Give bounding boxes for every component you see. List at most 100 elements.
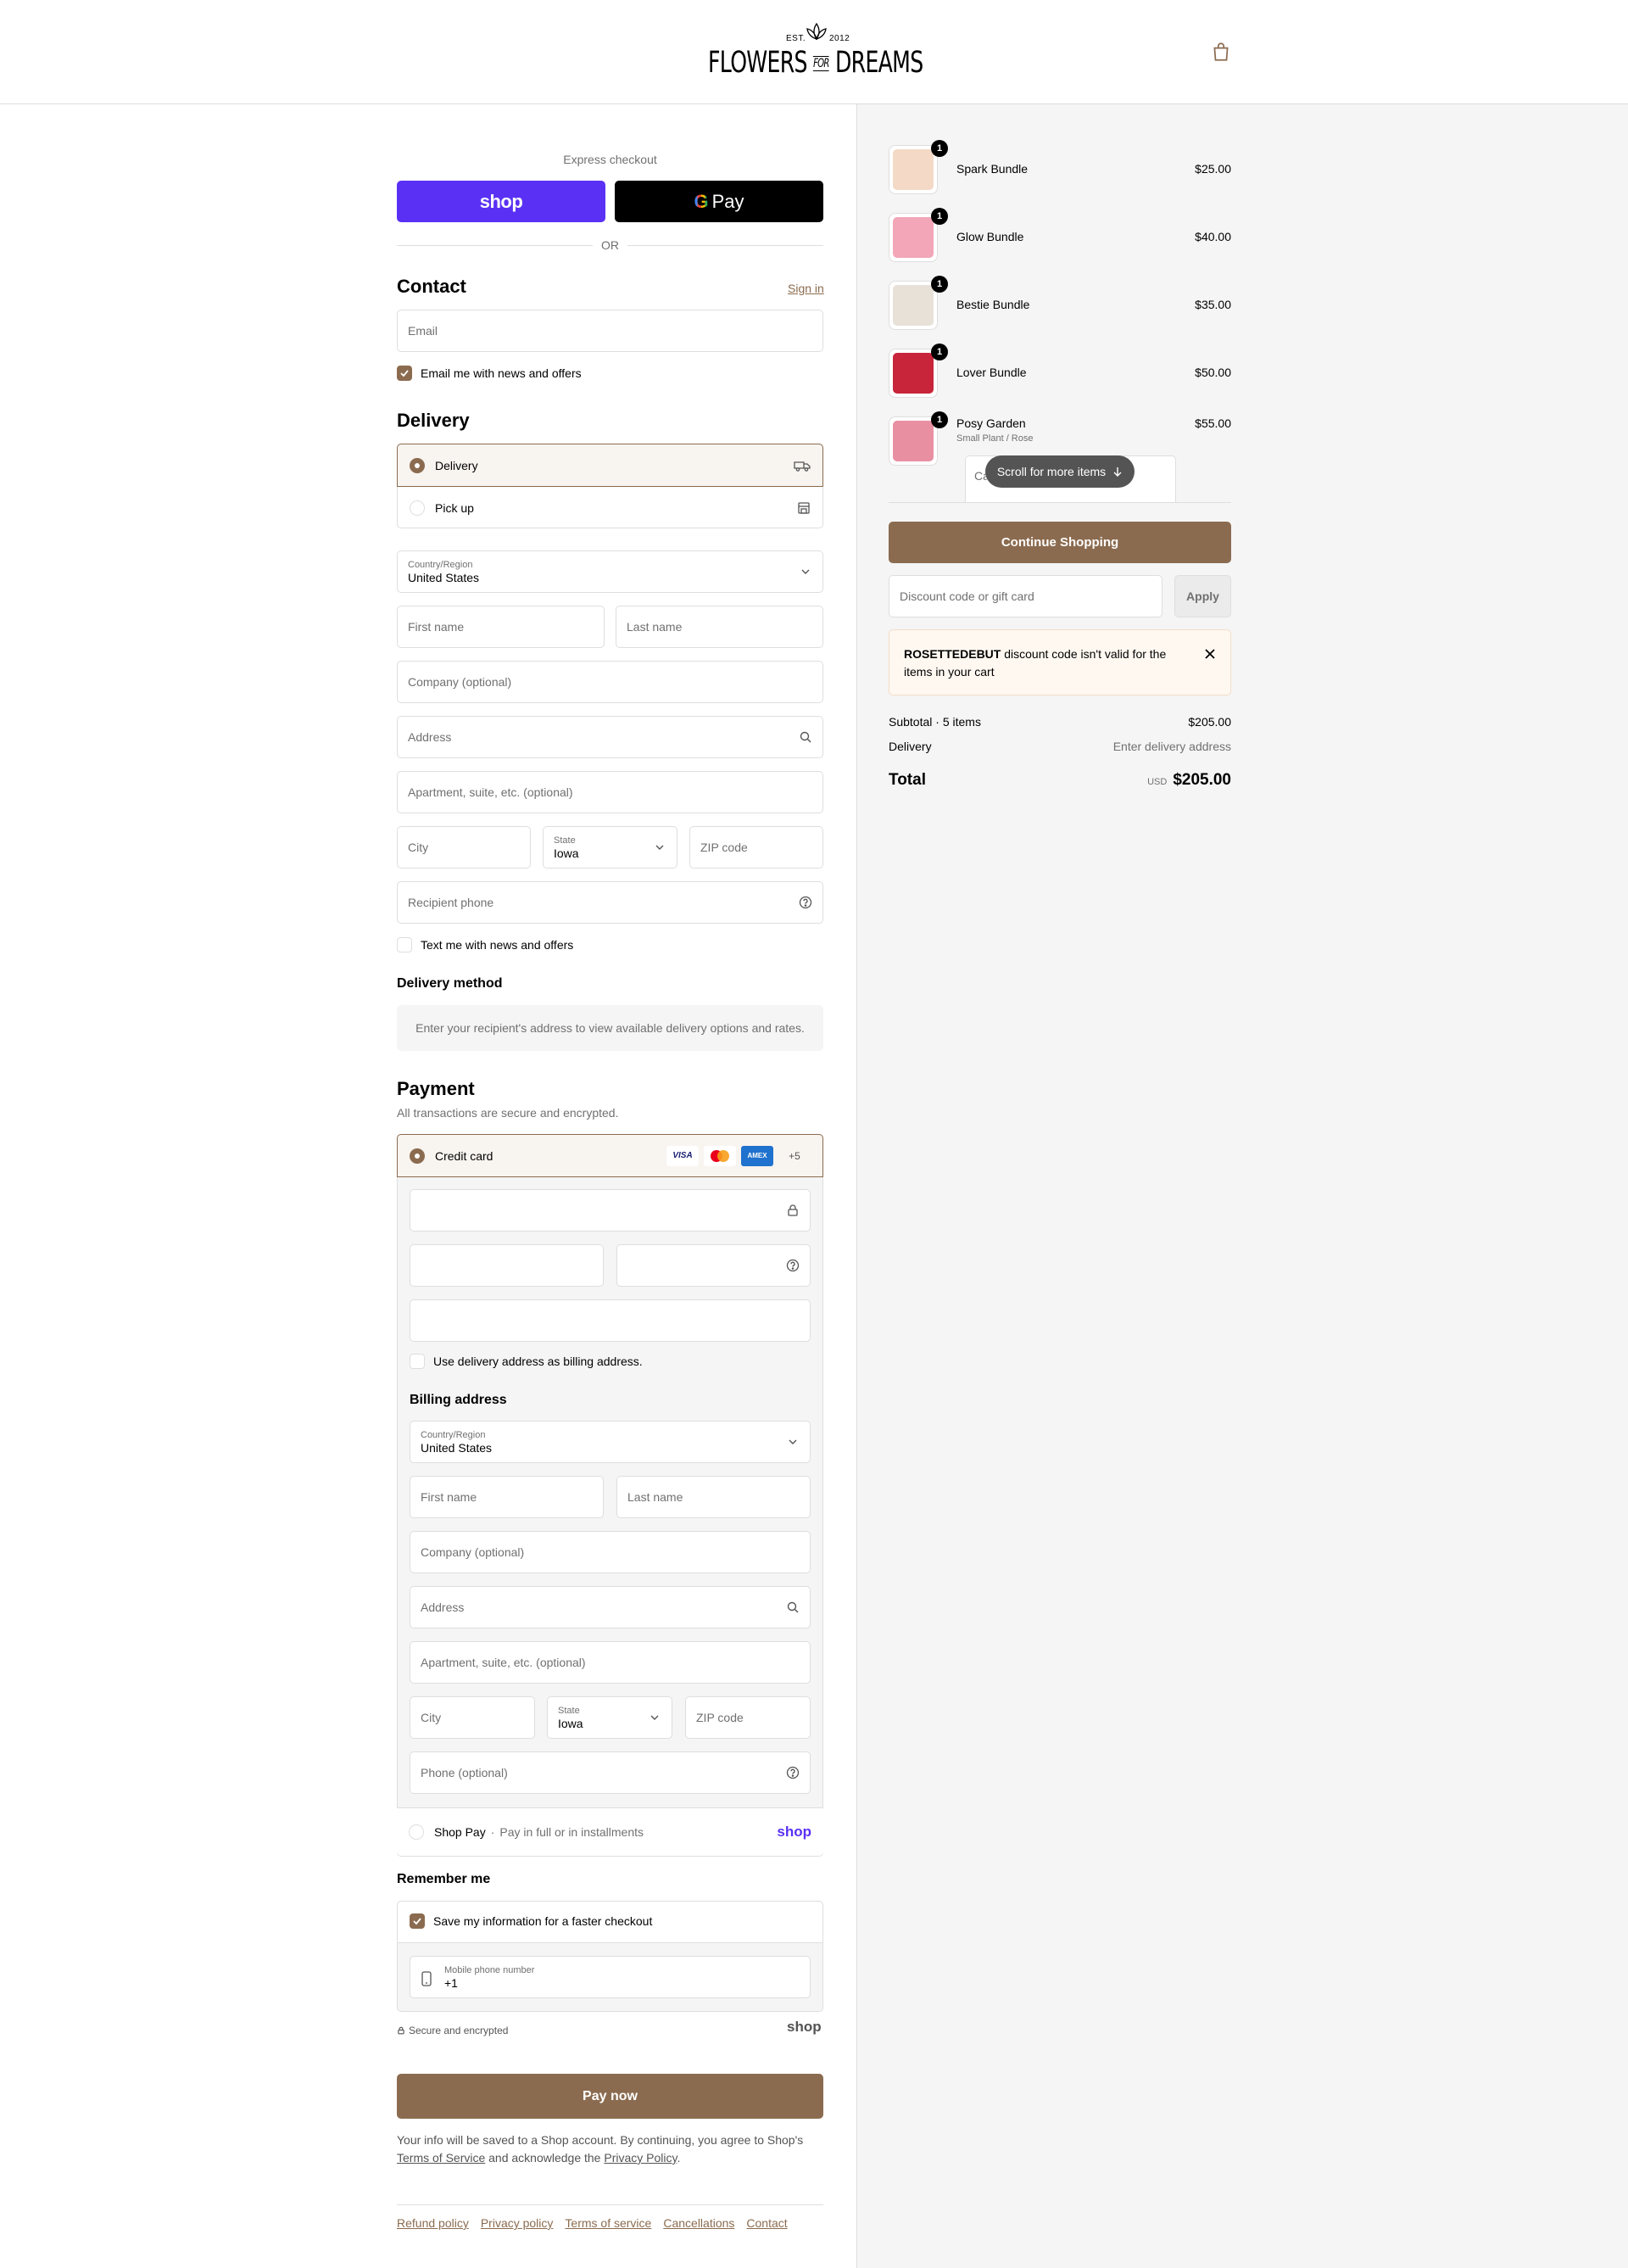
- expiration-date-field[interactable]: [410, 1244, 604, 1287]
- summary-divider: [889, 502, 1231, 503]
- zip-placeholder: ZIP code: [700, 841, 748, 854]
- logo-word-flowers: FLOWERS: [708, 46, 808, 80]
- billing-first-name-field[interactable]: First name: [410, 1476, 604, 1518]
- recipient-phone-field[interactable]: Recipient phone: [397, 881, 823, 924]
- lock-icon: [788, 1204, 798, 1216]
- scroll-more-label: Scroll for more items: [996, 465, 1107, 478]
- billing-city-field[interactable]: City: [410, 1696, 535, 1739]
- contact-link[interactable]: Contact: [746, 2216, 787, 2230]
- country-select[interactable]: Country/Region United States: [397, 550, 823, 593]
- zip-field[interactable]: ZIP code: [689, 826, 823, 869]
- terms-of-service-footer-link[interactable]: Terms of service: [565, 2216, 651, 2230]
- billing-company-field[interactable]: Company (optional): [410, 1531, 811, 1573]
- pay-now-button[interactable]: Pay now: [397, 2074, 823, 2119]
- mobile-phone-field[interactable]: Mobile phone number +1: [410, 1956, 811, 1998]
- scroll-more-pill[interactable]: Scroll for more items: [985, 455, 1135, 488]
- amex-label: AMEX: [747, 1152, 767, 1159]
- logo-est: EST.: [786, 34, 806, 43]
- mobile-phone-value: +1: [444, 1975, 458, 1990]
- remember-me-title: Remember me: [397, 1872, 491, 1886]
- mobile-phone-icon: [421, 1971, 432, 1986]
- google-pay-button[interactable]: G Pay: [615, 181, 823, 222]
- search-icon: [800, 731, 811, 743]
- legal-text-b: and acknowledge the: [488, 2151, 601, 2165]
- product-image: [893, 217, 934, 258]
- logo-word-for: FOR: [813, 56, 829, 71]
- card-number-field[interactable]: [410, 1189, 811, 1232]
- address-field[interactable]: Address: [397, 716, 823, 758]
- terms-of-service-link[interactable]: Terms of Service: [397, 2151, 485, 2165]
- product-thumbnail: [889, 213, 938, 262]
- discount-code-field[interactable]: Discount code or gift card: [889, 575, 1162, 617]
- billing-zip-placeholder: ZIP code: [696, 1711, 744, 1724]
- email-news-checkbox[interactable]: Email me with news and offers: [397, 366, 582, 381]
- quantity-badge: 1: [931, 208, 948, 225]
- subtotal-value: $205.00: [1188, 715, 1231, 729]
- billing-country-select[interactable]: Country/Region United States: [410, 1421, 811, 1463]
- billing-same-checkbox[interactable]: Use delivery address as billing address.: [410, 1354, 643, 1369]
- footer-divider: [397, 2204, 823, 2205]
- first-name-field[interactable]: First name: [397, 606, 605, 648]
- country-value: United States: [408, 570, 480, 584]
- billing-last-name-field[interactable]: Last name: [616, 1476, 811, 1518]
- text-news-checkbox[interactable]: Text me with news and offers: [397, 937, 573, 952]
- help-circle-icon[interactable]: [786, 1766, 800, 1779]
- state-select[interactable]: State Iowa: [543, 826, 677, 869]
- apply-discount-button[interactable]: Apply: [1174, 575, 1231, 617]
- chevron-down-icon: [650, 1715, 659, 1720]
- shop-pay-option-sub: Pay in full or in installments: [499, 1825, 644, 1839]
- cancellations-link[interactable]: Cancellations: [663, 2216, 734, 2230]
- item-price: $55.00: [1195, 416, 1231, 430]
- store-icon: [798, 501, 810, 514]
- email-field[interactable]: Email: [397, 310, 823, 352]
- billing-zip-field[interactable]: ZIP code: [685, 1696, 811, 1739]
- close-icon[interactable]: [1204, 648, 1216, 660]
- name-on-card-field[interactable]: [410, 1299, 811, 1342]
- help-circle-icon[interactable]: [786, 1259, 800, 1272]
- privacy-policy-link[interactable]: Privacy Policy: [604, 2151, 677, 2165]
- shop-pay-button[interactable]: shop: [397, 181, 605, 222]
- discount-error-banner: ROSETTEDEBUT discount code isn't valid f…: [889, 629, 1231, 695]
- visa-label: VISA: [672, 1151, 693, 1160]
- last-name-field[interactable]: Last name: [616, 606, 823, 648]
- billing-state-label: State: [558, 1705, 580, 1716]
- save-info-checkbox[interactable]: Save my information for a faster checkou…: [410, 1913, 652, 1929]
- total-amount: USD $205.00: [1147, 771, 1231, 790]
- billing-address-field[interactable]: Address: [410, 1586, 811, 1628]
- product-thumbnail: [889, 416, 938, 466]
- help-circle-icon[interactable]: [799, 896, 812, 909]
- delivery-option-label: Delivery: [435, 458, 478, 472]
- legal-text: Your info will be saved to a Shop accoun…: [397, 2131, 823, 2167]
- quantity-badge: 1: [931, 140, 948, 157]
- continue-shopping-button[interactable]: Continue Shopping: [889, 522, 1231, 563]
- billing-apartment-field[interactable]: Apartment, suite, etc. (optional): [410, 1641, 811, 1684]
- google-g-icon: G: [694, 190, 709, 212]
- express-checkout-label: Express checkout: [563, 153, 657, 166]
- billing-same-label: Use delivery address as billing address.: [433, 1355, 643, 1368]
- footer-links: Refund policy Privacy policy Terms of se…: [397, 2216, 788, 2230]
- delivery-option-ship[interactable]: Delivery: [397, 444, 823, 487]
- sign-in-link[interactable]: Sign in: [788, 282, 824, 295]
- refund-policy-link[interactable]: Refund policy: [397, 2216, 469, 2230]
- apartment-placeholder: Apartment, suite, etc. (optional): [408, 785, 573, 799]
- logo[interactable]: EST. 2012 FLOWERS FOR DREAMS: [708, 20, 923, 88]
- product-thumbnail: [889, 349, 938, 398]
- payment-option-shop-pay[interactable]: Shop Pay · Pay in full or in installment…: [397, 1807, 823, 1856]
- apartment-field[interactable]: Apartment, suite, etc. (optional): [397, 771, 823, 813]
- cart-item: 1 Glow Bundle $40.00: [889, 208, 1231, 264]
- shopping-bag-icon[interactable]: [1210, 41, 1232, 63]
- delivery-option-pickup[interactable]: Pick up: [398, 487, 822, 528]
- privacy-policy-footer-link[interactable]: Privacy policy: [481, 2216, 554, 2230]
- pickup-option-label: Pick up: [435, 500, 474, 515]
- security-code-field[interactable]: [616, 1244, 811, 1287]
- company-field[interactable]: Company (optional): [397, 661, 823, 703]
- credit-card-label: Credit card: [435, 1148, 493, 1163]
- quantity-badge: 1: [931, 411, 948, 428]
- or-text: OR: [601, 238, 619, 252]
- logo-year: 2012: [829, 34, 850, 43]
- payment-option-credit-card[interactable]: Credit card VISA AMEX +5: [397, 1134, 823, 1177]
- city-field[interactable]: City: [397, 826, 531, 869]
- chevron-down-icon: [655, 845, 664, 850]
- billing-phone-field[interactable]: Phone (optional): [410, 1751, 811, 1794]
- billing-state-select[interactable]: State Iowa: [547, 1696, 672, 1739]
